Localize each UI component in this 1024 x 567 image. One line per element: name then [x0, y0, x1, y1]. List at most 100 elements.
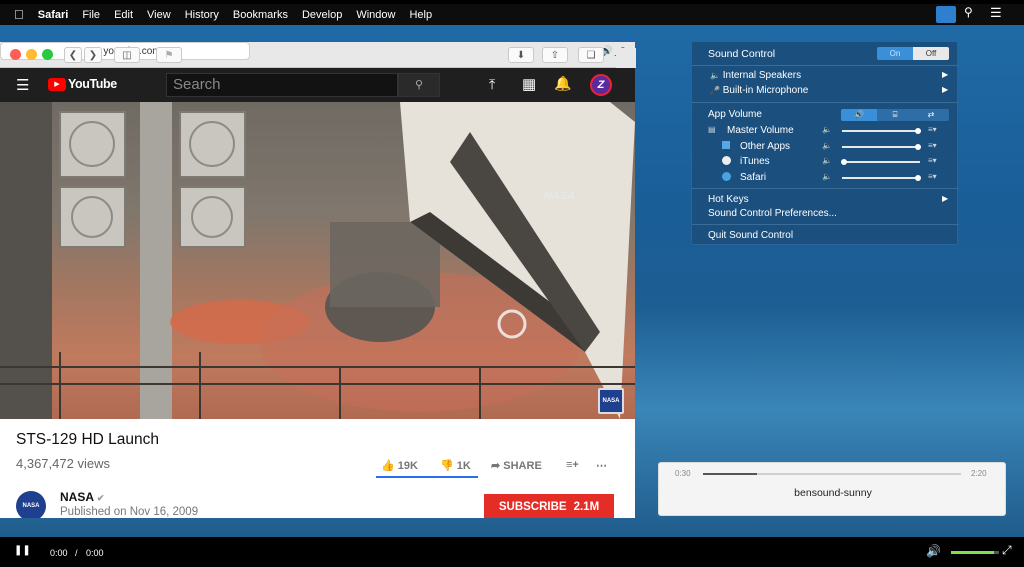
track-name: bensound-sunny — [794, 487, 872, 499]
volume-icon[interactable]: 🔊 — [926, 544, 941, 558]
app-volume-knob[interactable] — [914, 144, 921, 150]
sentiment-bar — [376, 476, 478, 478]
zoom-window-button[interactable] — [42, 49, 53, 60]
apps-grid-icon[interactable]: ▦ — [522, 75, 536, 93]
volume-mode-icon[interactable]: 🔊 — [841, 109, 877, 121]
app-volume-mode-tabs[interactable]: 🔊 ⌸ ⇄ — [841, 109, 949, 121]
search-icon[interactable]: ⚲ — [398, 73, 440, 97]
youtube-play-logo-icon: ▶ — [48, 77, 66, 91]
mute-speaker-icon[interactable]: 🔈 — [822, 141, 832, 150]
sound-control-menu-icon[interactable] — [936, 6, 956, 23]
progress-track[interactable] — [703, 473, 961, 475]
app-volume-knob[interactable] — [914, 128, 921, 134]
mute-speaker-icon[interactable]: 🔈 — [822, 125, 832, 134]
toggle-on[interactable]: On — [877, 47, 913, 60]
add-to-playlist-icon[interactable]: ≡+ — [566, 459, 579, 471]
channel-avatar[interactable]: NASA — [16, 491, 46, 518]
minimize-window-button[interactable] — [26, 49, 37, 60]
subscriber-count: 2.1M — [573, 501, 600, 513]
downloads-icon[interactable]: ⬇ — [508, 47, 534, 63]
time-separator: / — [75, 548, 78, 558]
tabs-overview-icon[interactable]: ❏ — [578, 47, 604, 63]
video-info-panel: STS-129 HD Launch 4,367,472 views 👍 19K … — [0, 419, 635, 518]
forward-button[interactable]: ❯ — [84, 47, 102, 63]
subscribe-button[interactable]: SUBSCRIBE 2.1M — [484, 494, 614, 518]
verified-icon: ✔ — [96, 493, 105, 503]
speaker-icon: 🔈 — [710, 71, 720, 80]
sound-control-toggle[interactable]: On Off — [877, 47, 949, 60]
menu-safari[interactable]: Safari — [38, 9, 69, 21]
hamburger-menu-icon[interactable]: ☰ — [16, 76, 29, 94]
menu-help[interactable]: Help — [409, 9, 432, 21]
elapsed-time: 0:30 — [675, 469, 691, 478]
notification-center-icon[interactable]: ☰ — [990, 5, 1002, 21]
channel-name[interactable]: NASA ✔ — [60, 490, 104, 504]
app-volume-knob[interactable] — [840, 159, 847, 165]
dislike-button[interactable]: 👎 1K — [440, 459, 471, 472]
mute-speaker-icon[interactable]: 🔈 — [822, 156, 832, 165]
channel-watermark[interactable]: NASA — [598, 388, 624, 414]
preferences-menu-item[interactable]: Sound Control Preferences... — [708, 208, 837, 219]
youtube-search-input[interactable]: Search — [166, 73, 398, 97]
menu-develop[interactable]: Develop — [302, 9, 342, 21]
app-volume-label: App Volume — [708, 109, 762, 120]
video-title: STS-129 HD Launch — [16, 431, 160, 448]
app-volume-slider[interactable] — [842, 175, 921, 181]
apple-menu-icon[interactable]:  — [14, 7, 24, 22]
shuffle-mode-icon[interactable]: ⇄ — [913, 109, 949, 121]
upload-icon[interactable]: ⤒ — [489, 76, 495, 93]
equalizer-icon[interactable]: ≡▾ — [928, 172, 937, 181]
share-button[interactable]: ➦ SHARE — [491, 459, 542, 472]
subscribe-label: SUBSCRIBE — [498, 501, 567, 513]
submenu-arrow-icon: ▶ — [942, 194, 949, 203]
account-avatar[interactable]: Z — [590, 74, 612, 96]
app-volume-knob[interactable] — [914, 175, 921, 181]
menu-edit[interactable]: Edit — [114, 9, 133, 21]
close-window-button[interactable] — [10, 49, 21, 60]
more-actions-icon[interactable]: ⋯ — [596, 459, 607, 472]
equalizer-icon[interactable]: ≡▾ — [928, 125, 937, 134]
pause-icon[interactable]: ❚❚ — [14, 545, 31, 556]
app-name-itunes: iTunes — [740, 156, 770, 167]
launch-footage-frame — [0, 102, 635, 419]
share-arrow-icon: ➦ — [491, 460, 501, 472]
equalizer-icon[interactable]: ≡▾ — [928, 141, 937, 150]
menu-file[interactable]: File — [82, 9, 100, 21]
output-device-internal-speakers[interactable]: 🔈 Internal Speakers — [710, 70, 801, 81]
app-volume-slider[interactable] — [842, 128, 921, 134]
master-volume-icon: ▤ — [708, 125, 716, 134]
progress-fill — [703, 473, 758, 475]
fullscreen-icon[interactable]: ⤢ — [1002, 543, 1012, 558]
equalizer-mode-icon[interactable]: ⌸ — [877, 109, 913, 121]
share-icon[interactable]: ⇧ — [542, 47, 568, 63]
mute-speaker-icon[interactable]: 🔈 — [822, 172, 832, 181]
itunes-icon — [722, 156, 731, 165]
back-button[interactable]: ❮ — [64, 47, 82, 63]
published-date: Published on Nov 16, 2009 — [60, 506, 199, 518]
notifications-bell-icon[interactable]: 🔔 — [554, 75, 571, 92]
menu-view[interactable]: View — [147, 9, 171, 21]
thumbs-down-icon: 👎 — [440, 460, 454, 472]
like-button[interactable]: 👍 19K — [381, 459, 418, 472]
video-player[interactable]: NASA NASA — [0, 102, 635, 419]
other-apps-icon — [722, 141, 730, 149]
watermark-nasa-text: NASA — [602, 398, 620, 404]
toggle-off[interactable]: Off — [913, 47, 949, 60]
sidebar-icon[interactable]: ◫ — [114, 47, 140, 63]
shared-links-icon[interactable]: ⚑ — [156, 47, 182, 63]
youtube-logo[interactable]: ▶ YouTube — [48, 77, 117, 91]
app-volume-slider[interactable] — [842, 144, 921, 150]
app-name-master-volume: Master Volume — [727, 125, 794, 136]
youtube-header: ☰ ▶ YouTube Search ⚲ ⤒ ▦ 🔔 Z — [0, 68, 635, 102]
safari-toolbar: ❮ ❯ ◫ ⚑ 🔒 youtube.com 🔊 ↻ ⬇ ⇧ ❏ + — [0, 42, 635, 68]
app-volume-slider[interactable] — [840, 159, 920, 165]
input-device-builtin-microphone[interactable]: 🎤 Built-in Microphone — [710, 85, 808, 96]
menu-bookmarks[interactable]: Bookmarks — [233, 9, 288, 21]
quit-menu-item[interactable]: Quit Sound Control — [708, 230, 793, 241]
volume-slider[interactable] — [951, 551, 999, 554]
equalizer-icon[interactable]: ≡▾ — [928, 156, 937, 165]
spotlight-search-icon[interactable]: ⚲ — [964, 5, 973, 19]
menu-window[interactable]: Window — [356, 9, 395, 21]
hot-keys-menu-item[interactable]: Hot Keys — [708, 194, 749, 205]
menu-history[interactable]: History — [185, 9, 219, 21]
